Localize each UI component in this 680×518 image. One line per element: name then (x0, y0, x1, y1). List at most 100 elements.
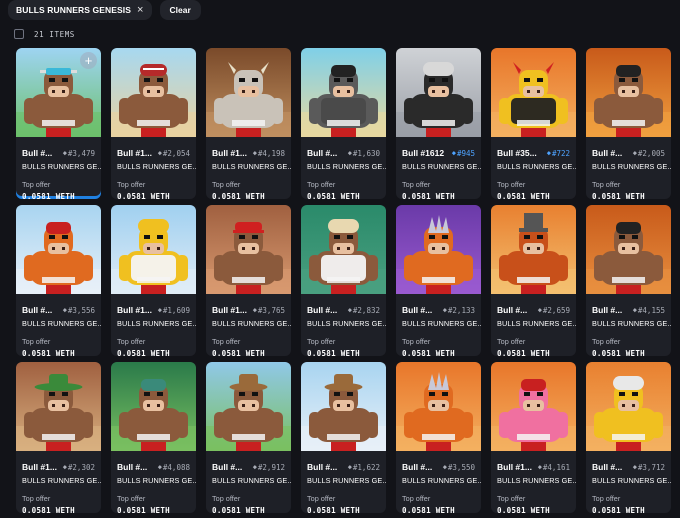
collection-filter-chip[interactable]: BULLS RUNNERS GENESIS × (8, 0, 152, 20)
rarity-rank: ◆ #1,609 (158, 306, 190, 315)
close-icon[interactable]: × (137, 4, 144, 16)
rarity-rank-value: #3,556 (67, 305, 95, 315)
nft-card[interactable]: Bull #1... ◆ #4,198 BULLS RUNNERS GE... T… (206, 48, 291, 199)
nft-card[interactable]: Bull #... ◆ #3,712 BULLS RUNNERS GE... To… (586, 362, 671, 513)
collection-name: BULLS RUNNERS GE... (402, 162, 481, 171)
nft-card[interactable]: Bull #... ◆ #1,622 BULLS RUNNERS GE... To… (301, 362, 386, 513)
top-offer-label: Top offer (117, 180, 146, 189)
rarity-diamond-icon: ◆ (157, 306, 162, 314)
nft-card[interactable]: Bull #... ◆ #4,155 BULLS RUNNERS GE... To… (586, 205, 671, 356)
nft-image[interactable] (301, 362, 386, 451)
nft-image[interactable] (206, 205, 291, 294)
rarity-rank-value: #3,765 (257, 305, 285, 315)
collection-name: BULLS RUNNERS GE... (22, 476, 101, 485)
top-offer-label: Top offer (307, 337, 336, 346)
select-all-checkbox[interactable] (14, 29, 24, 39)
nft-image[interactable] (396, 362, 481, 451)
nft-image[interactable] (586, 48, 671, 137)
clear-button[interactable]: Clear (159, 0, 201, 20)
nft-card[interactable]: Bull #... ◆ #2,912 BULLS RUNNERS GE... To… (206, 362, 291, 513)
nft-card[interactable]: Bull #... ◆ #2,832 BULLS RUNNERS GE... To… (301, 205, 386, 356)
top-offer-price: 0.0581 WETH (497, 506, 550, 513)
top-offer-label: Top offer (402, 337, 431, 346)
nft-name: Bull #... (307, 305, 338, 315)
rarity-rank-value: #2,054 (162, 148, 190, 158)
rarity-diamond-icon: ◆ (252, 149, 257, 157)
rarity-rank: ◆ #3,479 (63, 149, 95, 158)
add-to-cart-icon[interactable]: + (80, 52, 97, 69)
nft-image[interactable] (111, 205, 196, 294)
rarity-rank: ◆ #1,630 (348, 149, 380, 158)
top-offer-price: 0.0581 WETH (212, 349, 265, 356)
top-offer-label: Top offer (402, 180, 431, 189)
rarity-rank-value: #1,609 (162, 305, 190, 315)
nft-card[interactable]: Bull #... ◆ #3,556 BULLS RUNNERS GE... To… (16, 205, 101, 356)
nft-card[interactable]: Bull #1612 ◆ #945 BULLS RUNNERS GE... Top… (396, 48, 481, 199)
nft-image[interactable] (586, 362, 671, 451)
nft-image[interactable] (111, 48, 196, 137)
top-offer-price: 0.0581 WETH (307, 349, 360, 356)
top-offer-label: Top offer (307, 494, 336, 503)
rarity-rank-value: #4,088 (162, 462, 190, 472)
rarity-diamond-icon: ◆ (442, 306, 447, 314)
nft-image[interactable] (396, 205, 481, 294)
nft-card[interactable]: Bull #... ◆ #2,659 BULLS RUNNERS GE... To… (491, 205, 576, 356)
nft-card[interactable]: Bull #... ◆ #3,550 BULLS RUNNERS GE... To… (396, 362, 481, 513)
top-offer-price: 0.0581 WETH (592, 506, 645, 513)
nft-image[interactable] (301, 48, 386, 137)
nft-image[interactable] (206, 362, 291, 451)
rarity-diamond-icon: ◆ (442, 463, 447, 471)
rarity-rank-value: #2,912 (257, 462, 285, 472)
nft-image[interactable] (491, 48, 576, 137)
nft-card[interactable]: Bull #... ◆ #2,133 BULLS RUNNERS GE... To… (396, 205, 481, 356)
rarity-diamond-icon: ◆ (62, 306, 67, 314)
top-offer-label: Top offer (497, 494, 526, 503)
top-offer-price: 0.0581 WETH (212, 506, 265, 513)
collection-name: BULLS RUNNERS GE... (402, 476, 481, 485)
nft-image[interactable] (491, 205, 576, 294)
collection-name: BULLS RUNNERS GE... (22, 319, 101, 328)
nft-image[interactable] (16, 205, 101, 294)
top-offer-price: 0.0581 WETH (497, 192, 550, 199)
nft-name: Bull #35... (497, 148, 537, 158)
collection-name: BULLS RUNNERS GE... (117, 319, 196, 328)
rarity-rank-value: #2,133 (447, 305, 475, 315)
top-offer-price: 0.0581 WETH (402, 192, 455, 199)
nft-card[interactable]: + Bull #... ◆ #3,479 BULLS RUNNERS GE... … (16, 48, 101, 199)
top-offer-label: Top offer (212, 337, 241, 346)
nft-card[interactable]: Bull #1... ◆ #2,302 BULLS RUNNERS GE... T… (16, 362, 101, 513)
nft-card[interactable]: Bull #... ◆ #1,630 BULLS RUNNERS GE... To… (301, 48, 386, 199)
nft-name: Bull #... (117, 462, 148, 472)
top-offer-price: 0.0581 WETH (22, 349, 75, 356)
nft-image[interactable] (396, 48, 481, 137)
collection-name: BULLS RUNNERS GE... (592, 319, 671, 328)
top-offer-label: Top offer (22, 180, 51, 189)
nft-card[interactable]: Bull #... ◆ #4,088 BULLS RUNNERS GE... To… (111, 362, 196, 513)
nft-image[interactable] (16, 362, 101, 451)
nft-image[interactable]: + (16, 48, 101, 137)
top-offer-price: 0.0581 WETH (592, 349, 645, 356)
top-offer-label: Top offer (22, 337, 51, 346)
nft-card[interactable]: Bull #1... ◆ #3,765 BULLS RUNNERS GE... T… (206, 205, 291, 356)
nft-name: Bull #... (22, 148, 53, 158)
rarity-diamond-icon: ◆ (252, 306, 257, 314)
nft-card[interactable]: Bull #35... ◆ #722 BULLS RUNNERS GE... To… (491, 48, 576, 199)
nft-card[interactable]: Bull #1... ◆ #2,054 BULLS RUNNERS GE... T… (111, 48, 196, 199)
collection-name: BULLS RUNNERS GE... (497, 319, 576, 328)
nft-name: Bull #1... (497, 462, 532, 472)
nft-image[interactable] (111, 362, 196, 451)
results-header: 21 ITEMS (14, 28, 75, 40)
rarity-diamond-icon: ◆ (347, 306, 352, 314)
nft-card[interactable]: Bull #... ◆ #2,005 BULLS RUNNERS GE... To… (586, 48, 671, 199)
rarity-rank: ◆ #3,550 (443, 463, 475, 472)
nft-image[interactable] (301, 205, 386, 294)
nft-card[interactable]: Bull #1... ◆ #4,161 BULLS RUNNERS GE... T… (491, 362, 576, 513)
collection-name: BULLS RUNNERS GE... (497, 476, 576, 485)
collection-name: BULLS RUNNERS GE... (402, 319, 481, 328)
rarity-rank: ◆ #3,765 (253, 306, 285, 315)
nft-name: Bull #... (592, 462, 623, 472)
nft-image[interactable] (206, 48, 291, 137)
nft-card[interactable]: Bull #1... ◆ #1,609 BULLS RUNNERS GE... T… (111, 205, 196, 356)
nft-image[interactable] (491, 362, 576, 451)
nft-image[interactable] (586, 205, 671, 294)
